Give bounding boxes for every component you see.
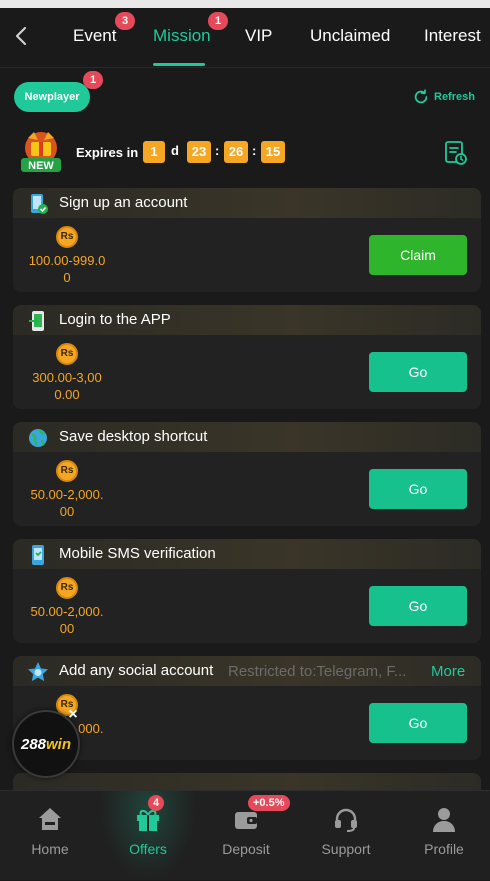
mission-card-desktop-shortcut: Save desktop shortcut Rs 50.00-2,000.00 … — [13, 422, 481, 526]
sms-phone-icon — [27, 544, 49, 566]
mission-card-login-app: Login to the APP Rs 300.00-3,000.00 Go — [13, 305, 481, 409]
logo-text-288: 288 — [20, 735, 47, 753]
go-button[interactable]: Go — [369, 586, 467, 626]
timer-minutes: 26 — [224, 141, 248, 163]
logo-text-win: win — [46, 735, 72, 753]
restriction-note: Restricted to:Telegram, F... — [228, 663, 407, 680]
timer-sep-2: : — [252, 143, 257, 158]
new-gift-icon: NEW — [18, 128, 64, 176]
timer-hours: 23 — [187, 141, 211, 163]
home-icon — [39, 808, 61, 830]
globe-icon — [27, 427, 49, 449]
timer-sep-1: : — [215, 143, 220, 158]
mission-title: Mobile SMS verification — [59, 545, 216, 562]
tab-bar: Event 3 Mission 1 VIP Unclaimed Interest — [0, 8, 490, 68]
refresh-label: Refresh — [434, 91, 475, 103]
tab-mission[interactable]: Mission — [153, 26, 211, 46]
nav-profile[interactable]: Profile — [396, 791, 490, 881]
history-icon[interactable] — [444, 140, 468, 166]
go-button[interactable]: Go — [369, 703, 467, 743]
nav-label: Profile — [424, 841, 464, 857]
rupee-coin-icon: Rs — [56, 460, 78, 482]
nav-offers[interactable]: 4 Offers — [100, 791, 196, 881]
mission-reward: 50.00-2,000.00 — [30, 604, 104, 636]
mission-title: Login to the APP — [59, 311, 171, 328]
refresh-icon — [414, 89, 428, 104]
mission-title: Add any social account — [59, 662, 214, 679]
mission-card-sms-verification: Mobile SMS verification Rs 50.00-2,000.0… — [13, 539, 481, 643]
social-star-icon — [27, 661, 49, 683]
nav-deposit[interactable]: +0.5% Deposit — [198, 791, 294, 881]
mission-title: Save desktop shortcut — [59, 428, 208, 445]
tab-mission-badge: 1 — [208, 12, 228, 30]
expires-label: Expires in — [76, 145, 139, 160]
nav-label: Deposit — [222, 841, 270, 857]
back-icon[interactable] — [10, 24, 34, 48]
tab-event[interactable]: Event — [73, 26, 116, 46]
bottom-nav: Home 4 Offers +0.5% Deposit Support Prof… — [0, 790, 490, 881]
close-logo-icon[interactable]: × — [65, 706, 81, 724]
mission-card-signup: Sign up an account Rs 100.00-999.00 Clai… — [13, 188, 481, 292]
mission-reward: 300.00-3,000.00 — [32, 370, 102, 402]
headset-icon — [335, 808, 357, 832]
timer-seconds: 15 — [261, 141, 285, 163]
offers-badge: 4 — [148, 795, 165, 811]
claim-button[interactable]: Claim — [369, 235, 467, 275]
phone-check-icon — [27, 193, 49, 215]
browser-top-strip — [0, 0, 490, 8]
deposit-badge: +0.5% — [248, 795, 290, 811]
more-link[interactable]: More — [431, 663, 465, 680]
rupee-coin-icon: Rs — [56, 577, 78, 599]
timer-days: 1 — [143, 141, 165, 163]
go-button[interactable]: Go — [369, 352, 467, 392]
nav-label: Home — [31, 841, 69, 857]
rupee-coin-icon: Rs — [56, 226, 78, 248]
timer-day-unit: d — [171, 143, 179, 158]
user-icon — [433, 808, 455, 832]
refresh-button[interactable]: Refresh — [412, 88, 475, 106]
tab-unclaimed[interactable]: Unclaimed — [310, 26, 390, 46]
tab-event-badge: 3 — [115, 12, 135, 30]
newplayer-chip[interactable]: Newplayer — [14, 82, 90, 112]
mission-reward: 50.00-2,000.00 — [30, 487, 104, 519]
nav-home[interactable]: Home — [2, 791, 98, 881]
go-button[interactable]: Go — [369, 469, 467, 509]
nav-support[interactable]: Support — [298, 791, 394, 881]
mission-title: Sign up an account — [59, 194, 188, 211]
new-label: NEW — [28, 160, 54, 172]
tab-vip[interactable]: VIP — [245, 26, 272, 46]
nav-label: Support — [321, 841, 371, 857]
mission-card-social-account: Add any social account Restricted to:Tel… — [13, 656, 481, 760]
rupee-coin-icon: Rs — [56, 343, 78, 365]
tab-interest[interactable]: Interest — [424, 26, 481, 46]
nav-label: Offers — [129, 841, 167, 857]
active-tab-indicator — [153, 63, 205, 66]
app-download-icon — [27, 310, 49, 332]
mission-reward: 100.00-999.00 — [28, 253, 106, 285]
newplayer-badge: 1 — [83, 71, 103, 89]
